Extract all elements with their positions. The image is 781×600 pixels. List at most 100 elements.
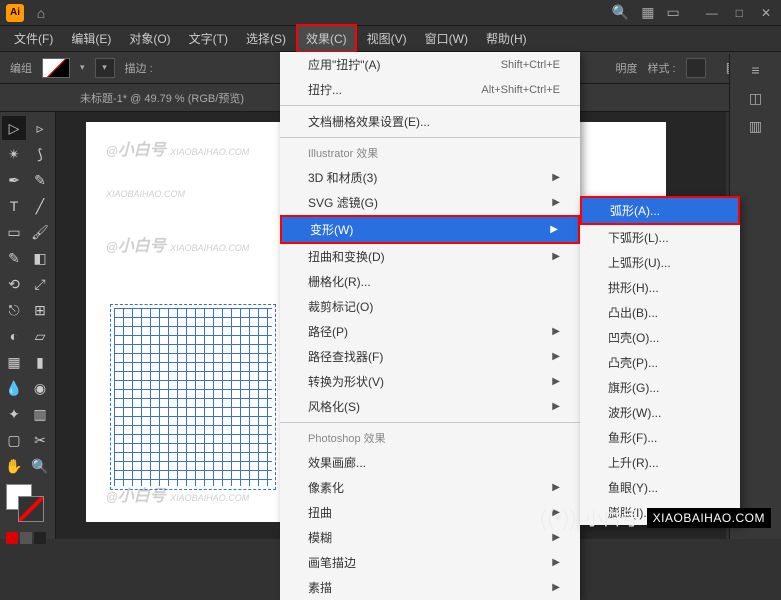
menu-distort[interactable]: 扭曲和变换(D)▶ xyxy=(280,244,580,269)
selection-tool[interactable]: ▷ xyxy=(2,116,26,140)
eyedropper-tool[interactable]: 💧 xyxy=(2,376,26,400)
menu-separator xyxy=(280,137,580,138)
lasso-tool[interactable]: ⟆ xyxy=(28,142,52,166)
symbol-tool[interactable]: ✦ xyxy=(2,402,26,426)
menu-blur[interactable]: 模糊▶ xyxy=(280,525,580,550)
type-tool[interactable]: T xyxy=(2,194,26,218)
eraser-tool[interactable]: ◧ xyxy=(28,246,52,270)
menu-3d[interactable]: 3D 和材质(3)▶ xyxy=(280,165,580,190)
scale-tool[interactable]: ⤢ xyxy=(28,272,52,296)
menu-convert-shape[interactable]: 转换为形状(V)▶ xyxy=(280,369,580,394)
style-swatch[interactable] xyxy=(686,58,706,78)
watermark: XIAOBAIHAO.COM xyxy=(106,184,185,202)
menu-last-effect[interactable]: 扭拧...Alt+Shift+Ctrl+E xyxy=(280,77,580,102)
style-label: 样式 : xyxy=(647,60,675,76)
menu-raster-settings[interactable]: 文档栅格效果设置(E)... xyxy=(280,109,580,134)
rotate-tool[interactable]: ⟲ xyxy=(2,272,26,296)
menu-pixelate[interactable]: 像素化▶ xyxy=(280,475,580,500)
submenu-arc[interactable]: 弧形(A)... xyxy=(580,196,740,225)
menu-edit[interactable]: 编辑(E) xyxy=(63,26,119,51)
menu-rasterize[interactable]: 栅格化(R)... xyxy=(280,269,580,294)
submenu-shell-lower[interactable]: 凹壳(O)... xyxy=(580,325,740,350)
perspective-tool[interactable]: ▱ xyxy=(28,324,52,348)
menu-window[interactable]: 窗口(W) xyxy=(417,26,476,51)
menu-pathfinder[interactable]: 路径查找器(F)▶ xyxy=(280,344,580,369)
submenu-arrow-icon: ▶ xyxy=(552,251,560,262)
pen-tool[interactable]: ✒ xyxy=(2,168,26,192)
submenu-arrow-icon: ▶ xyxy=(552,197,560,208)
menu-file[interactable]: 文件(F) xyxy=(6,26,61,51)
menu-warp[interactable]: 变形(W)▶ xyxy=(280,215,580,244)
menu-brush-strokes[interactable]: 画笔描边▶ xyxy=(280,550,580,575)
menu-section-header: Photoshop 效果 xyxy=(280,426,580,450)
submenu-arc-upper[interactable]: 上弧形(U)... xyxy=(580,250,740,275)
submenu-rise[interactable]: 上升(R)... xyxy=(580,450,740,475)
menu-crop-marks[interactable]: 裁剪标记(O) xyxy=(280,294,580,319)
document-tab[interactable]: 未标题-1* @ 49.79 % (RGB/预览) xyxy=(80,90,244,106)
menu-select[interactable]: 选择(S) xyxy=(238,26,294,51)
none-chip[interactable] xyxy=(34,532,46,544)
fill-swatch[interactable] xyxy=(42,58,70,78)
menu-effect-gallery[interactable]: 效果画廊... xyxy=(280,450,580,475)
submenu-arch[interactable]: 拱形(H)... xyxy=(580,275,740,300)
width-tool[interactable]: ⎋ xyxy=(2,298,26,322)
rectangle-tool[interactable]: ▭ xyxy=(2,220,26,244)
selection-type-label: 编组 xyxy=(10,60,32,76)
menu-view[interactable]: 视图(V) xyxy=(359,26,415,51)
search-icon[interactable]: 🔍 xyxy=(612,4,629,21)
submenu-bulge[interactable]: 凸出(B)... xyxy=(580,300,740,325)
shaper-tool[interactable]: ✎ xyxy=(2,246,26,270)
free-transform-tool[interactable]: ⊞ xyxy=(28,298,52,322)
graph-tool[interactable]: ▥ xyxy=(28,402,52,426)
workspace-icon[interactable]: ▦ xyxy=(641,4,654,21)
menu-stylize[interactable]: 风格化(S)▶ xyxy=(280,394,580,419)
gradient-chip[interactable] xyxy=(20,532,32,544)
curvature-tool[interactable]: ✎ xyxy=(28,168,52,192)
stroke-color[interactable] xyxy=(18,496,44,522)
direct-selection-tool[interactable]: ▹ xyxy=(28,116,52,140)
menu-svg-filters[interactable]: SVG 滤镜(G)▶ xyxy=(280,190,580,215)
submenu-arc-lower[interactable]: 下弧形(L)... xyxy=(580,225,740,250)
home-icon[interactable]: ⌂ xyxy=(32,4,50,22)
mesh-tool[interactable]: ▦ xyxy=(2,350,26,374)
minimize-icon[interactable]: — xyxy=(702,6,722,20)
submenu-fisheye[interactable]: 鱼眼(Y)... xyxy=(580,475,740,500)
artboard-tool[interactable]: ▢ xyxy=(2,428,26,452)
arrange-icon[interactable]: ▭ xyxy=(666,4,679,21)
slice-tool[interactable]: ✂ xyxy=(28,428,52,452)
close-icon[interactable]: ✕ xyxy=(757,6,775,20)
line-tool[interactable]: ╱ xyxy=(28,194,52,218)
gradient-tool[interactable]: ▮ xyxy=(28,350,52,374)
menu-object[interactable]: 对象(O) xyxy=(121,26,178,51)
libraries-panel-icon[interactable]: ▥ xyxy=(746,116,766,136)
menu-sketch[interactable]: 素描▶ xyxy=(280,575,580,600)
submenu-flag[interactable]: 旗形(G)... xyxy=(580,375,740,400)
blend-tool[interactable]: ◉ xyxy=(28,376,52,400)
maximize-icon[interactable]: □ xyxy=(732,6,747,20)
menu-distort-ps[interactable]: 扭曲▶ xyxy=(280,500,580,525)
submenu-wave[interactable]: 波形(W)... xyxy=(580,400,740,425)
menu-apply-last[interactable]: 应用"扭拧"(A)Shift+Ctrl+E xyxy=(280,52,580,77)
stroke-swatch[interactable]: ▾ xyxy=(95,58,115,78)
dropdown-icon[interactable]: ▾ xyxy=(80,62,85,73)
hand-tool[interactable]: ✋ xyxy=(2,454,26,478)
submenu-shell-upper[interactable]: 凸壳(P)... xyxy=(580,350,740,375)
menu-type[interactable]: 文字(T) xyxy=(181,26,236,51)
color-chip[interactable] xyxy=(6,532,18,544)
shape-builder-tool[interactable]: ◐ xyxy=(2,324,26,348)
titlebar-right: 🔍 ▦ ▭ — □ ✕ xyxy=(612,4,775,21)
submenu-arrow-icon: ▶ xyxy=(552,326,560,337)
submenu-fish[interactable]: 鱼形(F)... xyxy=(580,425,740,450)
wifi-icon: ((•)) xyxy=(540,505,577,531)
watermark: @小白号 XIAOBAIHAO.COM xyxy=(106,136,249,160)
layers-panel-icon[interactable]: ◫ xyxy=(746,88,766,108)
properties-panel-icon[interactable]: ≡ xyxy=(746,60,766,80)
fill-stroke-swatches[interactable] xyxy=(2,484,53,524)
color-mode-chips xyxy=(2,532,53,544)
menu-path[interactable]: 路径(P)▶ xyxy=(280,319,580,344)
menu-help[interactable]: 帮助(H) xyxy=(478,26,535,51)
menu-effect[interactable]: 效果(C) xyxy=(296,24,357,53)
paintbrush-tool[interactable]: 🖌 xyxy=(28,220,52,244)
magic-wand-tool[interactable]: ✴ xyxy=(2,142,26,166)
zoom-tool[interactable]: 🔍 xyxy=(28,454,52,478)
